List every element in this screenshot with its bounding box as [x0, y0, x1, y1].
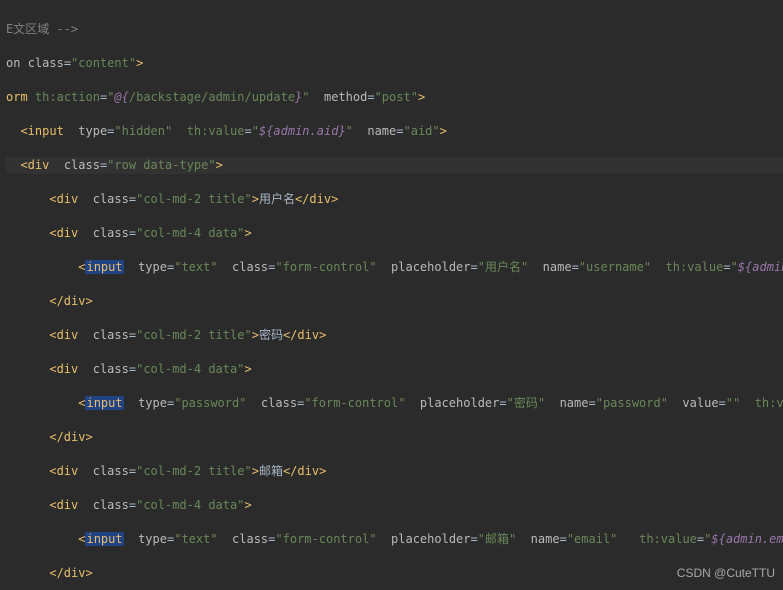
code-editor[interactable]: E文区域 --> on class="content"> orm th:acti… [0, 0, 783, 590]
code-area[interactable]: E文区域 --> on class="content"> orm th:acti… [6, 0, 783, 590]
comment: E文区域 --> [6, 22, 78, 36]
watermark: CSDN @CuteTTU [677, 565, 775, 582]
